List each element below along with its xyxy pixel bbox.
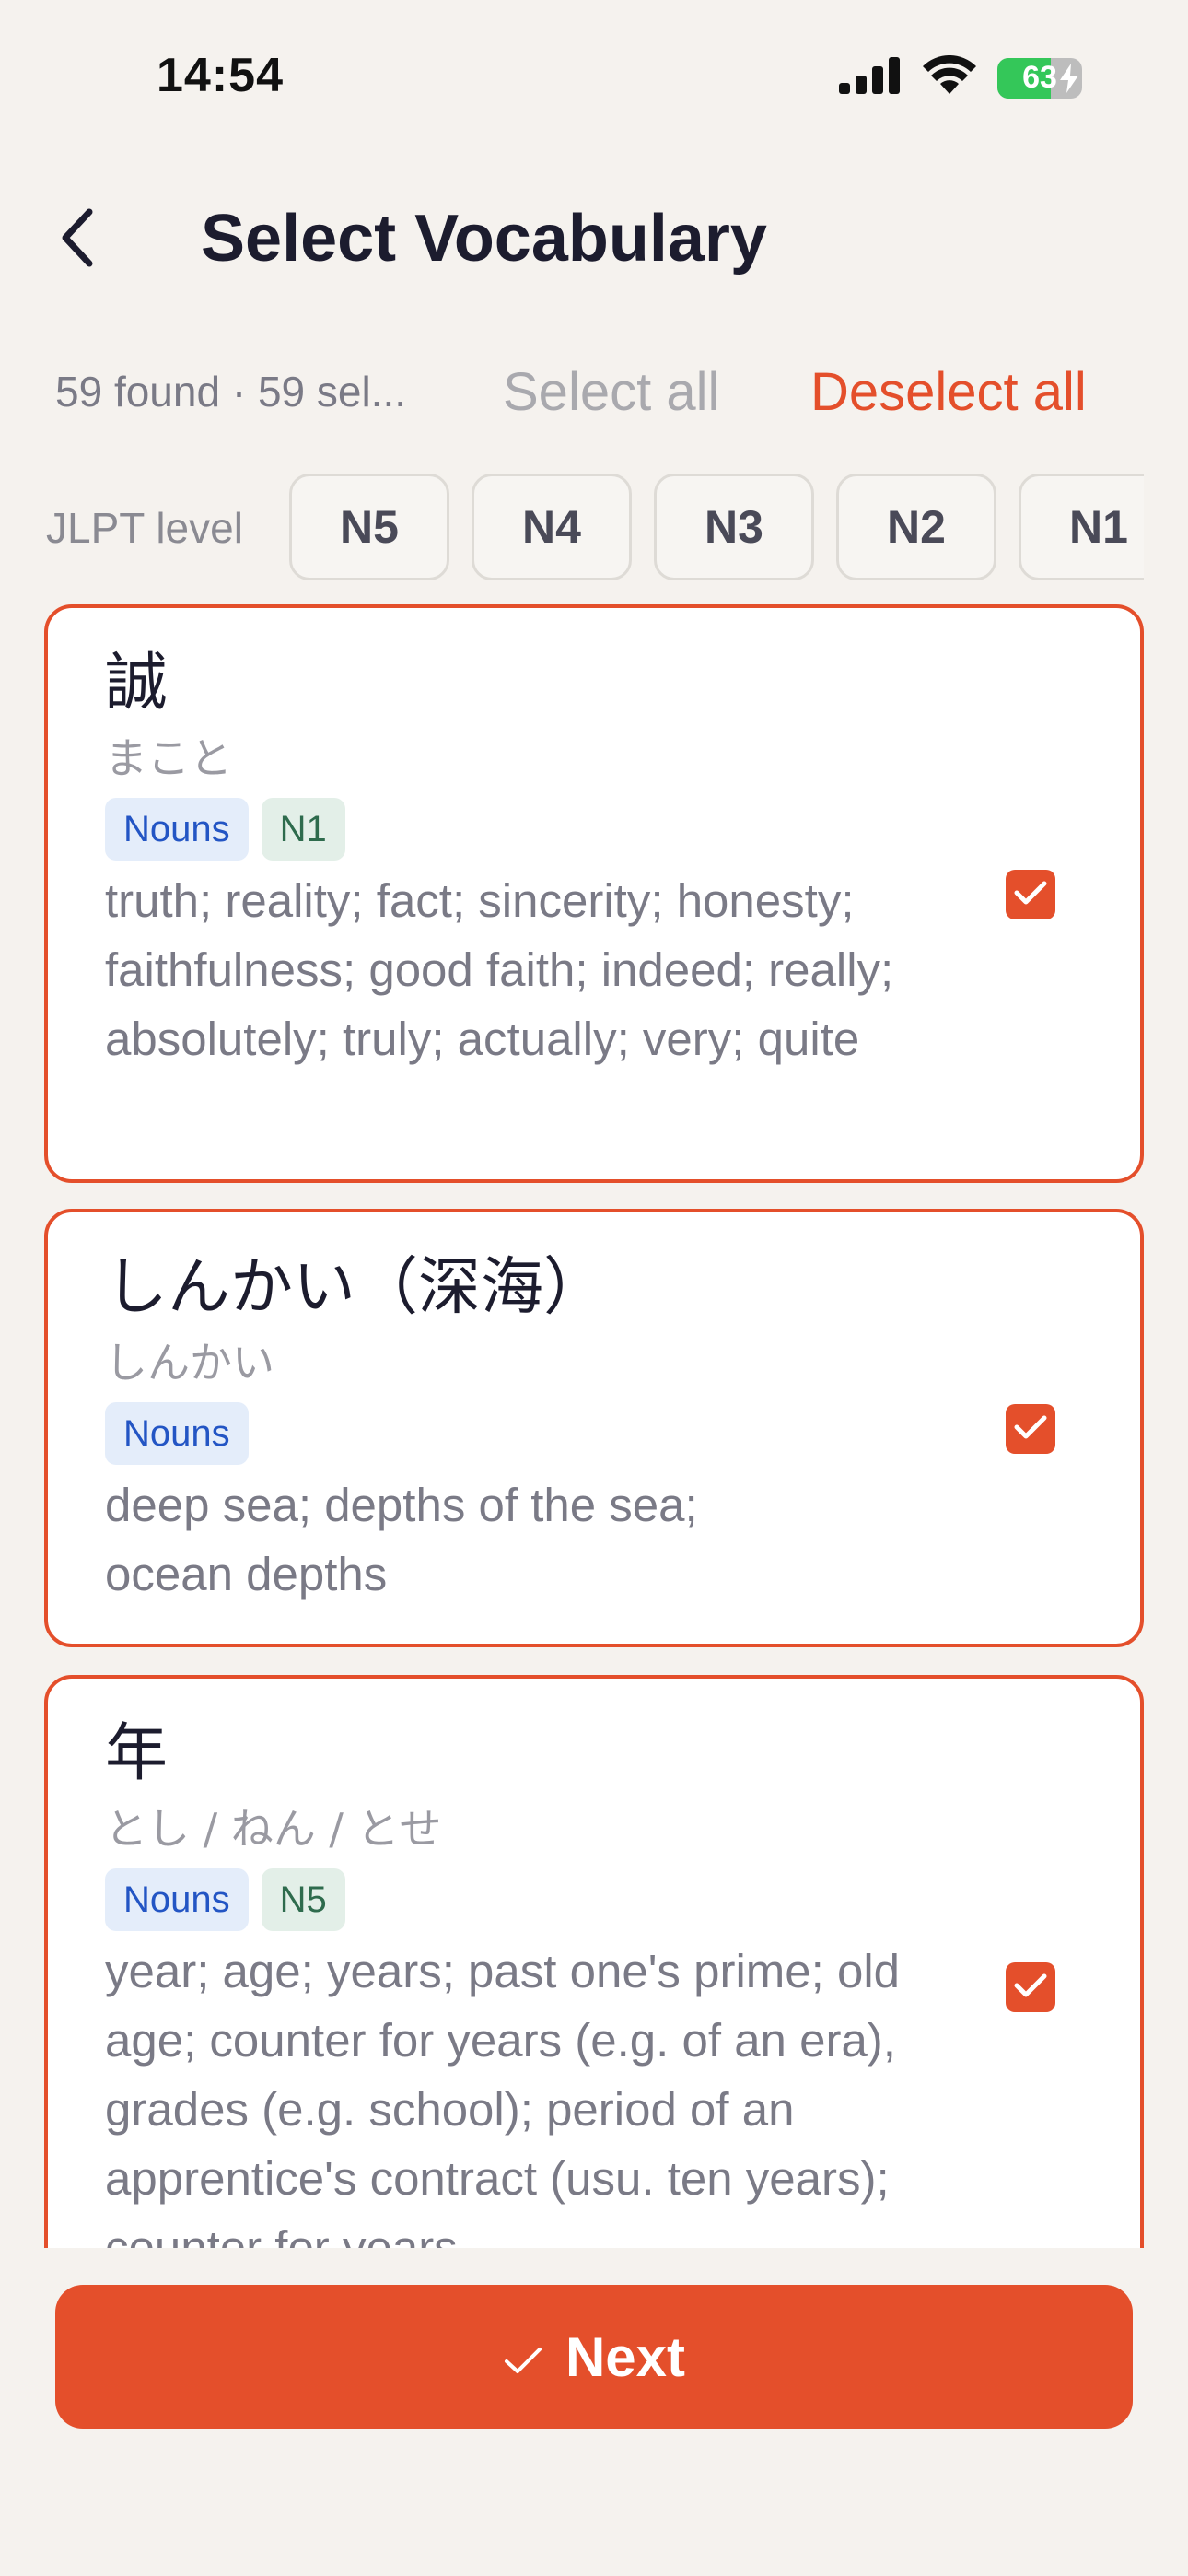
vocab-reading: しんかい xyxy=(105,1338,274,1388)
vocab-meaning: deep sea; depths of the sea; ocean depth… xyxy=(105,1479,698,1600)
battery-icon: 63 xyxy=(997,57,1082,99)
checkmark-icon xyxy=(503,2325,543,2389)
signal-icon xyxy=(839,57,902,99)
vocab-reading: とし / ねん / とせ xyxy=(105,1804,442,1854)
jlpt-level-tag: N1 xyxy=(261,798,345,861)
vocab-checkbox[interactable] xyxy=(1006,870,1055,919)
vocab-card-content: 誠 まこと Nouns N1 truth; reality; fact; sin… xyxy=(105,645,961,1073)
vocab-word: しんかい（深海） xyxy=(105,1251,607,1324)
back-button[interactable] xyxy=(46,203,111,276)
vocabulary-list: 誠 まこと Nouns N1 truth; reality; fact; sin… xyxy=(44,604,1144,2248)
deselect-all-button[interactable]: Deselect all xyxy=(810,361,1087,423)
status-icons: 63 xyxy=(839,54,1082,100)
chevron-left-icon xyxy=(60,208,97,272)
pos-tag: Nouns xyxy=(105,798,249,861)
page-title: Select Vocabulary xyxy=(201,202,767,275)
vocab-checkbox[interactable] xyxy=(1006,1962,1055,2012)
vocab-word: 誠 xyxy=(105,647,169,720)
jlpt-chip-n1[interactable]: N1 xyxy=(1019,474,1144,580)
vocab-meaning: truth; reality; fact; sincerity; honesty… xyxy=(105,874,894,1065)
checkmark-icon xyxy=(1014,1414,1047,1445)
pos-tag: Nouns xyxy=(105,1868,249,1931)
pos-tag: Nouns xyxy=(105,1402,249,1465)
wifi-icon xyxy=(922,54,977,100)
checkmark-icon xyxy=(1014,1973,1047,2003)
checkmark-icon xyxy=(1014,880,1047,910)
charging-bolt-icon xyxy=(1060,63,1078,98)
jlpt-chip-n4[interactable]: N4 xyxy=(472,474,632,580)
vocab-card[interactable]: しんかい（深海） しんかい Nouns deep sea; depths of … xyxy=(44,1209,1144,1647)
vocab-card-content: 年 とし / ねん / とせ Nouns N5 year; age; years… xyxy=(105,1715,934,2248)
vocab-checkbox[interactable] xyxy=(1006,1404,1055,1454)
vocab-word: 年 xyxy=(105,1717,169,1790)
jlpt-level-tag: N5 xyxy=(261,1868,345,1931)
jlpt-chip-n3[interactable]: N3 xyxy=(654,474,814,580)
vocabulary-selection-screen: 14:54 63 Select Vocabulary 59 found · 59… xyxy=(0,0,1188,2576)
jlpt-chip-n5[interactable]: N5 xyxy=(289,474,449,580)
select-all-button[interactable]: Select all xyxy=(503,361,719,423)
vocab-tags: Nouns xyxy=(105,1402,961,1465)
status-time: 14:54 xyxy=(157,49,284,102)
vocab-reading: まこと xyxy=(105,733,232,783)
jlpt-chip-n2[interactable]: N2 xyxy=(836,474,996,580)
vocab-tags: Nouns N1 xyxy=(105,798,961,861)
vocab-tags: Nouns N5 xyxy=(105,1868,934,1931)
vocab-card[interactable]: 年 とし / ねん / とせ Nouns N5 year; age; years… xyxy=(44,1675,1144,2248)
next-button[interactable]: Next xyxy=(55,2285,1133,2429)
jlpt-level-label: JLPT level xyxy=(46,504,243,552)
vocab-meaning: year; age; years; past one's prime; old … xyxy=(105,1945,901,2248)
next-label: Next xyxy=(565,2325,686,2388)
selection-count: 59 found · 59 sel... xyxy=(55,368,407,416)
jlpt-level-chips: N5 N4 N3 N2 N1 xyxy=(289,474,1144,582)
vocab-card[interactable]: 誠 まこと Nouns N1 truth; reality; fact; sin… xyxy=(44,604,1144,1183)
vocab-card-content: しんかい（深海） しんかい Nouns deep sea; depths of … xyxy=(105,1249,961,1609)
